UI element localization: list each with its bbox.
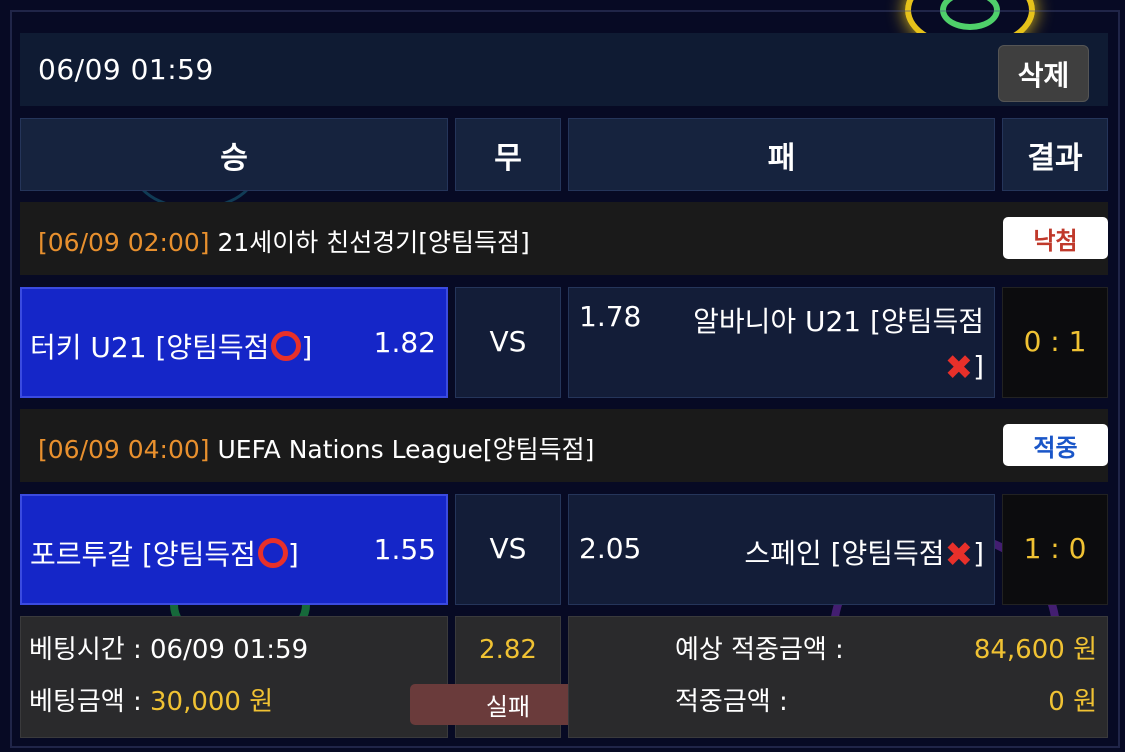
home-pick-cell[interactable]: 터키 U21 [양팀득점] 1.82 — [20, 287, 448, 398]
draw-cell[interactable]: VS — [455, 287, 561, 398]
status-badge: 낙첨 — [1003, 217, 1108, 259]
win-amount-label: 적중금액 : — [675, 687, 788, 717]
home-odds: 1.82 — [373, 326, 436, 359]
bet-header: 06/09 01:59 — [20, 33, 1108, 106]
bet-amount-row: 베팅금액 : 30,000 원 — [29, 687, 274, 717]
column-lose: 패 — [568, 118, 995, 191]
expected-payout-label: 예상 적중금액 : — [675, 635, 844, 665]
match-league: 21세이하 친선경기[양팀득점] — [209, 228, 530, 257]
match-score: 0 : 1 — [1023, 325, 1087, 358]
status-badge: 적중 — [1003, 424, 1108, 466]
away-odds: 1.78 — [579, 300, 642, 333]
bet-time-row: 베팅시간 : 06/09 01:59 — [29, 635, 309, 665]
bet-timestamp: 06/09 01:59 — [38, 53, 214, 86]
vs-label: VS — [489, 532, 527, 565]
vs-label: VS — [489, 325, 527, 358]
column-result: 결과 — [1002, 118, 1108, 191]
win-amount: 0 원 — [1048, 687, 1097, 717]
home-team: 포르투갈 [양팀득점] — [30, 538, 299, 571]
away-team-mark: ✖] — [944, 348, 984, 388]
away-pick-cell[interactable]: 1.78 알바니아 U21 [양팀득점 ✖] — [568, 287, 995, 398]
payout-panel: 예상 적중금액 : 84,600 원 적중금액 : 0 원 — [568, 616, 1108, 738]
home-team: 터키 U21 [양팀득점] — [30, 331, 313, 364]
match-info-row: [06/09 02:00] 21세이하 친선경기[양팀득점] 낙첨 — [20, 202, 1108, 275]
delete-button[interactable]: 삭제 — [998, 45, 1089, 102]
x-mark-icon: ✖ — [944, 535, 974, 575]
home-odds: 1.55 — [373, 533, 436, 566]
match-score: 1 : 0 — [1023, 532, 1087, 565]
match-league: UEFA Nations League[양팀득점] — [209, 435, 595, 464]
match-title: [06/09 02:00] 21세이하 친선경기[양팀득점] — [38, 223, 530, 259]
column-draw: 무 — [455, 118, 561, 191]
total-odds: 2.82 — [479, 635, 537, 665]
circle-mark-icon — [257, 538, 288, 568]
column-win: 승 — [20, 118, 448, 191]
match-time: [06/09 02:00] — [38, 228, 210, 257]
draw-cell[interactable]: VS — [455, 494, 561, 605]
expected-payout-amount: 84,600 원 — [973, 635, 1097, 665]
match-title: [06/09 04:00] UEFA Nations League[양팀득점] — [38, 430, 594, 466]
match-info-row: [06/09 04:00] UEFA Nations League[양팀득점] … — [20, 409, 1108, 482]
home-pick-cell[interactable]: 포르투갈 [양팀득점] 1.55 — [20, 494, 448, 605]
match-time: [06/09 04:00] — [38, 435, 210, 464]
bet-info-panel: 베팅시간 : 06/09 01:59 베팅금액 : 30,000 원 — [20, 616, 448, 738]
away-team: 스페인 [양팀득점✖] — [744, 535, 984, 575]
x-mark-icon: ✖ — [944, 348, 974, 388]
away-pick-cell[interactable]: 2.05 스페인 [양팀득점✖] — [568, 494, 995, 605]
result-cell: 0 : 1 — [1002, 287, 1108, 398]
result-cell: 1 : 0 — [1002, 494, 1108, 605]
circle-mark-icon — [271, 331, 302, 361]
away-team: 알바니아 U21 [양팀득점 — [693, 305, 984, 338]
away-odds: 2.05 — [579, 532, 642, 565]
